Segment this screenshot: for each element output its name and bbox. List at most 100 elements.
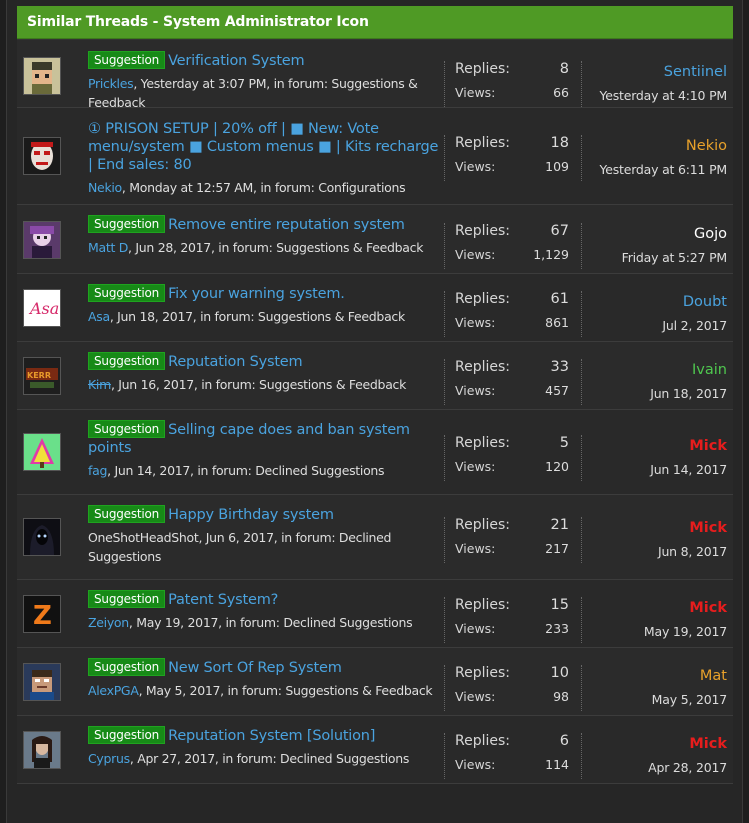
thread-title-link[interactable]: Fix your warning system. [168,286,345,302]
thread-row[interactable]: Suggestion Happy Birthday system OneShotH… [17,495,733,580]
last-poster-link[interactable]: Mick [582,517,727,540]
author-link[interactable]: Prickles [88,76,134,91]
thread-stats: Replies: 15 Views: 233 [444,597,579,643]
views-count: 114 [545,757,569,772]
author-link[interactable]: Zeiyon [88,615,129,630]
thread-info: Suggestion Reputation System [Solution] C… [88,726,440,768]
avatar[interactable] [23,663,61,701]
author-link[interactable]: Nekio [88,180,122,195]
thread-title-link[interactable]: Happy Birthday system [168,507,334,523]
thread-row[interactable]: KERR Suggestion Reputation System Kim, Ju… [17,342,733,410]
thread-stats: Replies: 21 Views: 217 [444,517,579,563]
svg-text:Z: Z [33,601,52,631]
views-label: Views: [455,315,496,330]
thread-title-link[interactable]: Verification System [168,53,305,69]
author-link[interactable]: Kim [88,377,111,392]
last-poster-link[interactable]: Nekio [582,135,727,158]
views-count: 217 [545,541,569,556]
last-post: Mick May 19, 2017 [581,597,733,643]
thread-title-link[interactable]: Remove entire reputation system [168,217,405,233]
thread-stats: Replies: 6 Views: 114 [444,733,579,779]
avatar[interactable] [23,221,61,259]
thread-row[interactable]: ① PRISON SETUP | 20% off | ■ New: Vote m… [17,108,733,205]
last-post: Doubt Jul 2, 2017 [581,291,733,337]
author-link[interactable]: OneShotHeadShot [88,530,199,545]
last-post-date[interactable]: Yesterday at 6:11 PM [582,158,727,181]
last-post-date[interactable]: Jul 2, 2017 [582,314,727,337]
author-link[interactable]: AlexPGA [88,683,139,698]
last-post-date[interactable]: Jun 14, 2017 [582,458,727,481]
replies-count: 61 [550,291,569,307]
avatar[interactable] [23,57,61,95]
last-poster-link[interactable]: Mick [582,435,727,458]
author-link[interactable]: Cyprus [88,751,130,766]
author-link[interactable]: Matt D [88,240,128,255]
avatar[interactable]: KERR [23,357,61,395]
thread-row[interactable]: Suggestion Selling cape does and ban syst… [17,410,733,495]
avatar[interactable]: Z [23,595,61,633]
thread-row[interactable]: Suggestion New Sort Of Rep System AlexPGA… [17,648,733,716]
thread-meta: , Jun 18, 2017, in forum: Suggestions & … [109,309,405,324]
views-count: 233 [545,621,569,636]
thread-info: Suggestion Patent System? Zeiyon, May 19,… [88,590,440,632]
avatar[interactable] [23,137,61,175]
avatar[interactable]: Asa [23,289,61,327]
avatar[interactable] [23,731,61,769]
avatar[interactable] [23,433,61,471]
last-post-date[interactable]: Apr 28, 2017 [582,756,727,779]
thread-row[interactable]: Suggestion Remove entire reputation syste… [17,205,733,274]
last-post: Nekio Yesterday at 6:11 PM [581,135,733,181]
last-poster-link[interactable]: Sentiinel [582,61,727,84]
thread-meta: , Yesterday at 3:07 PM, in forum: Sugges… [88,76,418,110]
suggestion-tag[interactable]: Suggestion [88,352,166,370]
suggestion-tag[interactable]: Suggestion [88,726,166,744]
last-post-date[interactable]: May 19, 2017 [582,620,727,643]
author-link[interactable]: Asa [88,309,110,324]
thread-stats: Replies: 8 Views: 66 [444,61,579,107]
thread-meta: , Jun 16, 2017, in forum: Suggestions & … [110,377,407,392]
thread-list: Suggestion Verification System Prickles, … [17,39,733,784]
suggestion-tag[interactable]: Suggestion [88,590,166,608]
thread-row[interactable]: Suggestion Verification System Prickles, … [17,39,733,110]
suggestion-tag[interactable]: Suggestion [88,420,166,438]
suggestion-tag[interactable]: Suggestion [88,284,166,302]
views-label: Views: [455,383,496,398]
avatar[interactable] [23,518,61,556]
thread-meta: , Jun 28, 2017, in forum: Suggestions & … [128,240,424,255]
last-post-date[interactable]: Jun 8, 2017 [582,540,727,563]
thread-row[interactable]: Suggestion Reputation System [Solution] C… [17,716,733,784]
last-poster-link[interactable]: Ivain [582,359,727,382]
replies-label: Replies: [455,435,511,451]
last-poster-link[interactable]: Mick [582,597,727,620]
thread-title-link[interactable]: Reputation System [Solution] [168,728,375,744]
suggestion-tag[interactable]: Suggestion [88,658,166,676]
thread-row[interactable]: Z Suggestion Patent System? Zeiyon, May 1… [17,580,733,648]
replies-count: 6 [559,733,569,749]
replies-label: Replies: [455,61,511,77]
views-count: 457 [545,383,569,398]
thread-row[interactable]: Asa Suggestion Fix your warning system. A… [17,274,733,342]
last-post-date[interactable]: Yesterday at 4:10 PM [582,84,727,107]
thread-stats: Replies: 18 Views: 109 [444,135,579,181]
last-post: Gojo Friday at 5:27 PM [581,223,733,269]
suggestion-tag[interactable]: Suggestion [88,215,166,233]
last-post: Mick Apr 28, 2017 [581,733,733,779]
suggestion-tag[interactable]: Suggestion [88,505,166,523]
thread-title-link[interactable]: ① PRISON SETUP | 20% off | ■ New: Vote m… [88,121,438,173]
thread-info: Suggestion Verification System Prickles, … [88,51,440,112]
last-poster-link[interactable]: Gojo [582,223,727,246]
svg-text:Asa: Asa [28,299,59,318]
last-post-date[interactable]: Friday at 5:27 PM [582,246,728,269]
thread-title-link[interactable]: New Sort Of Rep System [168,660,342,676]
last-poster-link[interactable]: Mat [582,665,727,688]
last-post-date[interactable]: Jun 18, 2017 [582,382,727,405]
views-label: Views: [455,159,496,174]
last-poster-link[interactable]: Mick [582,733,727,756]
thread-title-link[interactable]: Reputation System [168,354,303,370]
thread-title-link[interactable]: Patent System? [168,592,278,608]
last-poster-link[interactable]: Doubt [582,291,727,314]
replies-count: 33 [550,359,569,375]
last-post-date[interactable]: May 5, 2017 [582,688,728,711]
suggestion-tag[interactable]: Suggestion [88,51,166,69]
author-link[interactable]: fag [88,463,107,478]
